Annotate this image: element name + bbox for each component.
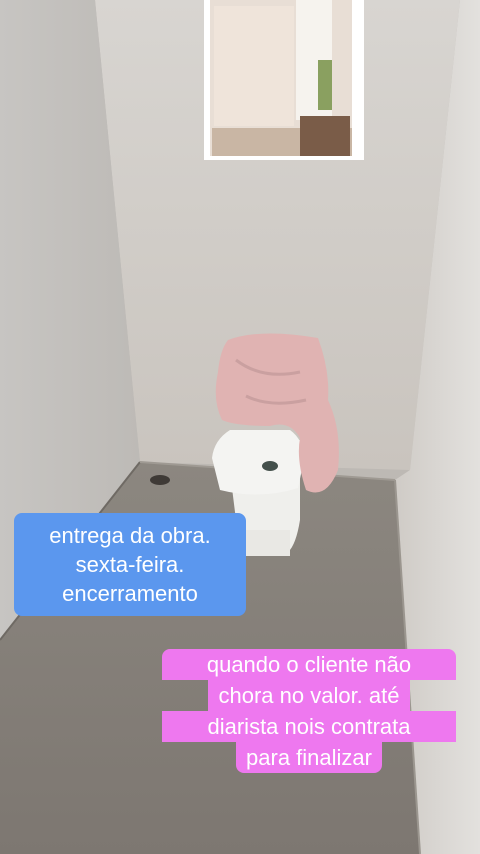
caption-blue-box: entrega da obra. sexta-feira. encerramen…: [14, 513, 246, 617]
caption-pink-line: chora no valor. até: [208, 680, 410, 712]
caption-pink-line: quando o cliente não: [162, 649, 456, 681]
caption-blue-line: encerramento: [62, 581, 198, 607]
caption-pink-line: para finalizar: [236, 742, 382, 774]
caption-pink: quando o cliente não chora no valor. até…: [162, 649, 456, 774]
caption-blue-line: entrega da obra.: [49, 523, 211, 548]
floor-drain: [150, 475, 170, 485]
caption-blue: entrega da obra. sexta-feira. encerramen…: [14, 513, 246, 617]
caption-pink-line: diarista nois contrata: [162, 711, 456, 743]
caption-blue-line: sexta-feira.: [75, 552, 185, 578]
